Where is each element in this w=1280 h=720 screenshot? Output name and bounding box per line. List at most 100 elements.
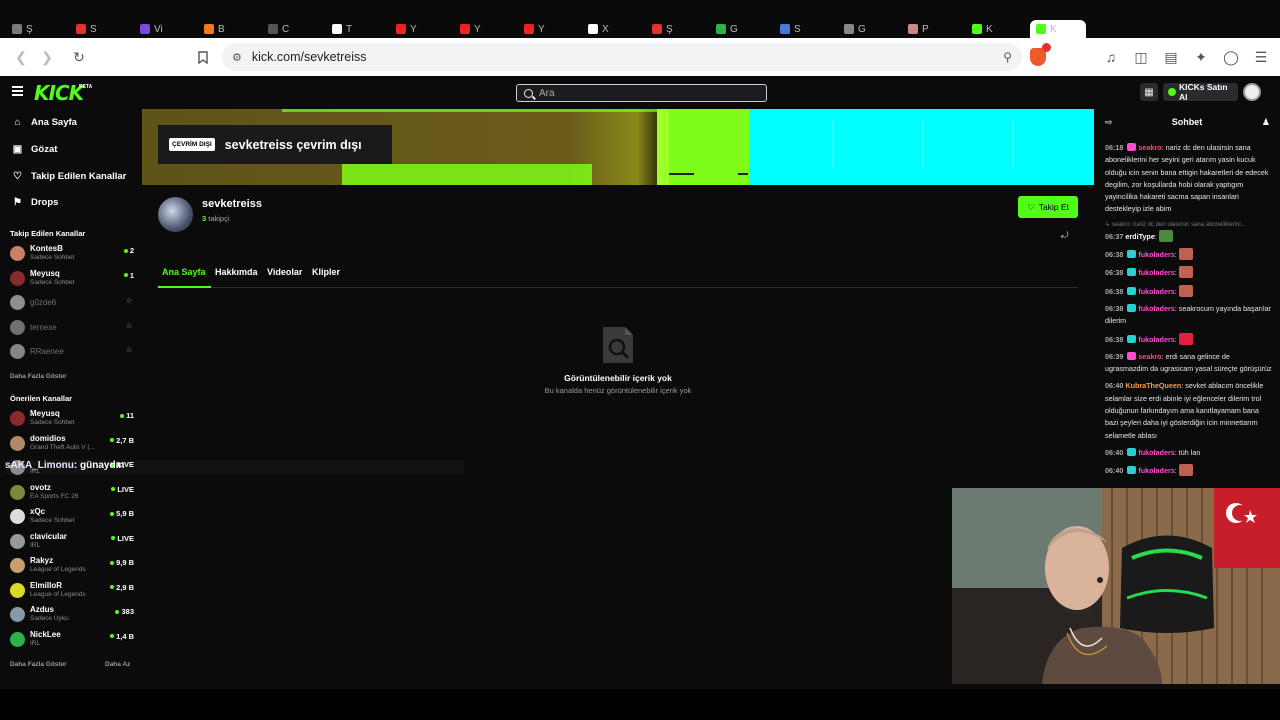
chat-username[interactable]: seakro [1138,352,1161,361]
channel-category: Sadece Sohbet [30,278,75,286]
vpn-icon[interactable]: ◯ [1218,44,1244,70]
chat-username[interactable]: fukoladers [1138,466,1174,475]
browser-tab[interactable]: B [198,20,260,38]
nav-following[interactable]: ♡ Takip Edilen Kanallar [12,171,126,182]
chat-username[interactable]: fukoladers [1138,448,1174,457]
back-icon[interactable]: ❮ [8,44,34,70]
tab-favicon-icon [12,24,22,34]
chat-text: : [1174,286,1177,296]
sidebar-channel[interactable]: ElmilloR League of Legends 2,9 B [10,581,134,603]
browser-tab[interactable]: Ş [6,20,68,38]
reload-icon[interactable]: ↻ [66,44,92,70]
chat-username[interactable]: fukoladers [1138,250,1174,259]
brave-shields-icon[interactable] [1030,43,1051,66]
chat-username[interactable]: erdiType [1125,232,1154,241]
sidebar-channel[interactable]: clavicular IRL LIVE [10,532,134,554]
zoom-icon[interactable]: ⚲ [1003,50,1012,64]
sidebar-channel[interactable]: Meyusq Sadece Sohbet 11 [10,409,134,431]
sidebar-channel[interactable]: KontesB Sadece Sohbet 2 [10,244,134,266]
channel-avatar [10,582,25,598]
heart-icon: ♡ [1027,201,1035,212]
forward-icon[interactable]: ❯ [34,44,60,70]
chat-message: 06:37 erdiType: [1105,229,1273,243]
show-more-followed[interactable]: Daha Fazla Göster [10,373,67,380]
sidebar-channel[interactable]: RRaenee ⊘ [10,342,134,364]
address-bar[interactable]: ⚙ kick.com/sevketreiss ⚲ [222,43,1022,71]
theater-mode-icon[interactable]: ▦ [1140,83,1158,101]
chat-username[interactable]: KubraTheQueen [1125,381,1181,390]
browser-tab[interactable]: Y [518,20,580,38]
chat-badge-icon [1127,447,1137,456]
tab-favicon-icon [268,24,278,34]
kick-logo[interactable]: KICK [34,81,84,105]
search-input[interactable]: Ara [516,84,767,102]
tab-title: Y [410,23,417,35]
hamburger-icon[interactable] [12,86,23,96]
sidebar-channel[interactable]: Meyusq Sadece Sohbet 1 [10,269,134,291]
tab-favicon-icon [396,24,406,34]
sidebar-channel[interactable]: Azdus Sadece Uyku 383 [10,605,134,627]
site-settings-icon[interactable]: ⚙ [232,51,242,64]
follow-button[interactable]: ♡ Takip Et [1018,196,1078,218]
nav-home[interactable]: ⌂ Ana Sayfa [12,117,76,128]
chat-username[interactable]: fukoladers [1138,268,1174,277]
browser-tab[interactable]: G [710,20,772,38]
browser-tab[interactable]: Ş [646,20,708,38]
browser-tab[interactable]: T [326,20,388,38]
sidebar-channel[interactable]: ovotz EA Sports FC 26 LIVE [10,483,134,505]
tab-about[interactable]: Hakkımda [215,267,258,277]
chat-username[interactable]: seakro [1138,143,1161,152]
channel-category: Sadece Uyku [30,615,69,622]
browser-tab[interactable]: K [966,20,1028,38]
url-text: kick.com/sevketreiss [251,50,367,64]
tab-home[interactable]: Ana Sayfa [162,267,206,277]
viewer-count-value: 5,9 B [116,509,134,518]
chat-timestamp: 06:38 [1105,303,1124,313]
user-avatar[interactable] [1243,83,1261,101]
tab-clips[interactable]: Klipler [312,267,340,277]
sidebar-channel[interactable]: xQc Sadece Sohbet 5,9 B [10,507,134,529]
browser-tab[interactable]: G [838,20,900,38]
sidebar-channel[interactable]: NickLee IRL 1,4 B [10,630,134,652]
chat-username[interactable]: fukoladers [1138,287,1174,296]
bookmark-icon[interactable] [190,44,216,70]
sidebar-channel[interactable]: g0zde6 ⊘ [10,293,134,315]
tab-favicon-icon [972,24,982,34]
channel-avatar [10,319,25,335]
sidebar-toggle-icon[interactable]: ◫ [1128,44,1154,70]
show-more-recommended[interactable]: Daha Fazla Göster [10,661,67,668]
browser-tab[interactable]: C [262,20,324,38]
sidebar-channel[interactable]: Rakyz League of Legends 9,9 B [10,556,134,578]
channel-category: League of Legends [30,566,86,573]
chat-username[interactable]: fukoladers [1138,335,1174,344]
nav-drops[interactable]: ⚑ Drops [12,197,58,208]
chat-message: 06:18 seakro: nariz dc den ulasirsin san… [1105,142,1273,216]
browser-tab[interactable]: K [1030,20,1086,38]
browser-tab[interactable]: S [774,20,836,38]
tab-videos[interactable]: Videolar [267,267,302,277]
leo-ai-icon[interactable]: ✦ [1188,44,1214,70]
media-icon[interactable]: ♫ [1098,44,1124,70]
follower-count: 3 takipçi [202,214,230,223]
channel-avatar[interactable] [158,197,193,232]
sidebar-channel[interactable]: ternexe ⊘ [10,318,134,340]
wallet-icon[interactable]: ▤ [1158,44,1184,70]
browser-tab[interactable]: Vi [134,20,196,38]
recommended-section-title: Önerilen Kanallar [10,394,73,403]
chat-text: : tüh lan [1174,447,1201,457]
browser-tab[interactable]: Y [454,20,516,38]
share-icon[interactable]: ⤾ [1061,230,1069,241]
chat-users-icon[interactable]: ♟ [1262,117,1270,128]
menu-icon[interactable]: ☰ [1248,44,1274,70]
browser-tab[interactable]: P [902,20,964,38]
browser-tab[interactable]: S [70,20,132,38]
sidebar-channel[interactable]: domidios Grand Theft Auto V (... 2,7 B [10,434,134,456]
show-less[interactable]: Daha Az [105,661,130,668]
chat-username[interactable]: fukoladers [1138,304,1174,313]
browser-tab[interactable]: X [582,20,644,38]
kicks-buy-button[interactable]: KICKs Satın Al [1163,82,1238,102]
kick-header: KICK BETA Ara ▦ KICKs Satın Al [0,76,1280,109]
viewer-count: 11 [120,411,134,420]
nav-browse[interactable]: ▣ Gözat [12,144,58,155]
browser-tab[interactable]: Y [390,20,452,38]
